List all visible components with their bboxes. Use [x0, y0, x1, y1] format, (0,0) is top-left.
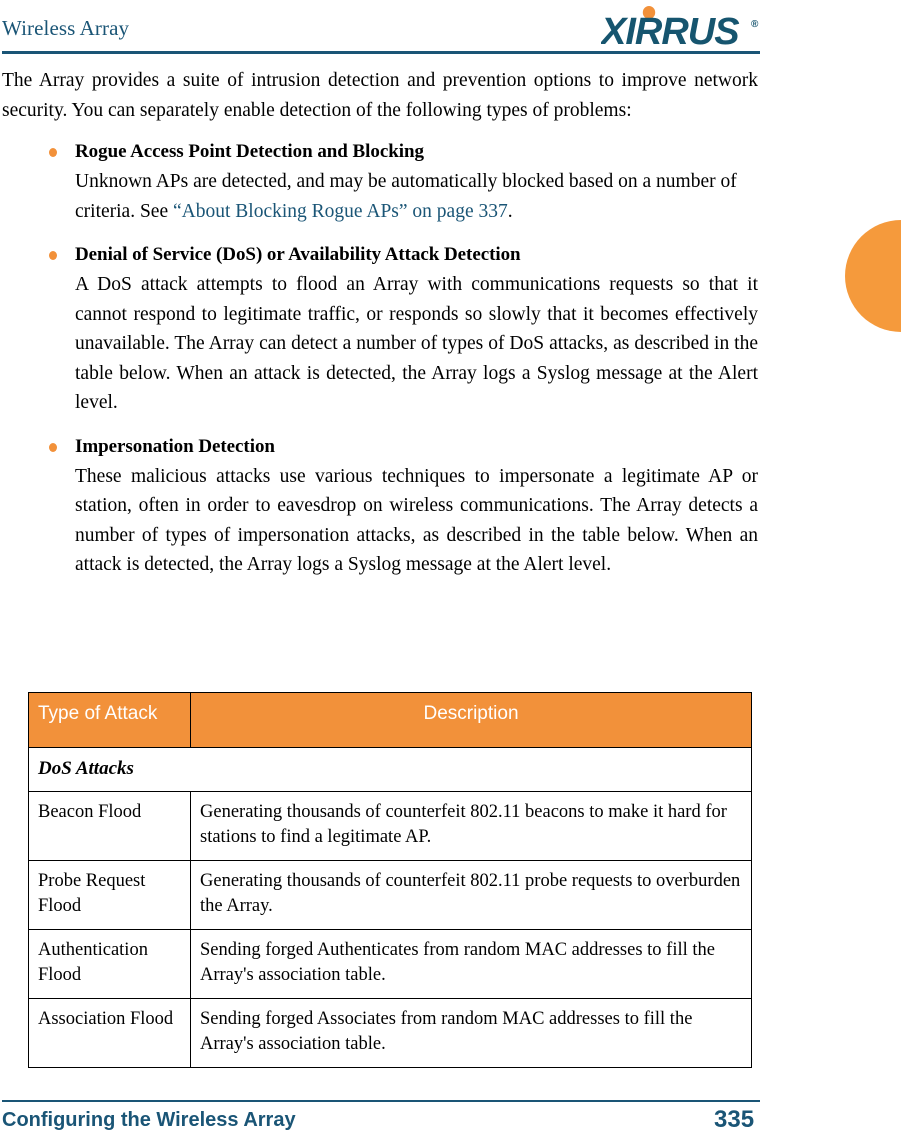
- bullet-body: These malicious attacks use various tech…: [75, 465, 758, 576]
- table-row: Association Flood Sending forged Associa…: [28, 998, 752, 1068]
- running-header-title: Wireless Array: [2, 16, 130, 40]
- logo-registered-mark: ®: [751, 19, 759, 30]
- header-divider-rule: [2, 51, 760, 54]
- bullet-body: A DoS attack attempts to flood an Array …: [75, 274, 758, 413]
- bullet-heading: Rogue Access Point Detection and Blockin…: [75, 141, 424, 162]
- cell-attack-type: Authentication Flood: [28, 929, 191, 999]
- footer-divider-rule: [2, 1100, 760, 1102]
- list-item: Rogue Access Point Detection and Blockin…: [2, 137, 758, 226]
- bullet-body-text-after: .: [507, 200, 513, 222]
- footer-chapter-title: Configuring the Wireless Array: [2, 1109, 296, 1131]
- cell-attack-type: Beacon Flood: [28, 791, 191, 861]
- list-item: Denial of Service (DoS) or Availability …: [2, 240, 758, 418]
- list-item: Impersonation Detection These malicious …: [2, 432, 758, 580]
- problem-types-list: Rogue Access Point Detection and Blockin…: [2, 137, 758, 580]
- page-footer: Configuring the Wireless Array 335: [0, 1085, 901, 1137]
- cell-attack-description: Generating thousands of counterfeit 802.…: [190, 860, 752, 930]
- page-header: Wireless Array XIRRUS ®: [0, 0, 901, 58]
- footer-page-number: 335: [714, 1106, 755, 1133]
- xirrus-logo-svg: XIRRUS ®: [601, 6, 759, 50]
- intro-paragraph: The Array provides a suite of intrusion …: [2, 70, 758, 121]
- table-header: Type of Attack Description: [28, 692, 752, 748]
- attack-types-table: Type of Attack Description DoS Attacks B…: [28, 692, 752, 1068]
- cell-attack-description: Sending forged Associates from random MA…: [190, 998, 752, 1068]
- table-row: Probe Request Flood Generating thousands…: [28, 860, 752, 930]
- cell-attack-description: Generating thousands of counterfeit 802.…: [190, 791, 752, 861]
- cell-attack-description: Sending forged Authenticates from random…: [190, 929, 752, 999]
- table-row: Authentication Flood Sending forged Auth…: [28, 929, 752, 999]
- logo-wordmark: XIRRUS: [601, 11, 739, 50]
- table-header-row: Type of Attack Description: [28, 692, 752, 748]
- cell-attack-type: Association Flood: [28, 998, 191, 1068]
- table-group-row: DoS Attacks: [28, 747, 752, 792]
- bullet-dot-icon: [49, 442, 57, 452]
- bullet-dot-icon: [49, 148, 57, 157]
- bullet-body: Unknown APs are detected, and may be aut…: [75, 167, 758, 226]
- table-group-label: DoS Attacks: [28, 747, 752, 792]
- bullet-heading: Denial of Service (DoS) or Availability …: [75, 244, 521, 265]
- column-header-description: Description: [190, 692, 752, 748]
- page-content: The Array provides a suite of intrusion …: [2, 66, 758, 580]
- column-header-type-of-attack: Type of Attack: [28, 692, 191, 748]
- page-edge-tab: [845, 220, 901, 332]
- xirrus-logo: XIRRUS ®: [601, 6, 763, 50]
- bullet-dot-icon: [49, 251, 57, 260]
- cross-reference-link[interactable]: “About Blocking Rogue APs” on page 337: [173, 201, 508, 222]
- table-body: DoS Attacks Beacon Flood Generating thou…: [28, 747, 752, 1068]
- cell-attack-type: Probe Request Flood: [28, 860, 191, 930]
- table-row: Beacon Flood Generating thousands of cou…: [28, 791, 752, 861]
- bullet-heading: Impersonation Detection: [75, 435, 275, 457]
